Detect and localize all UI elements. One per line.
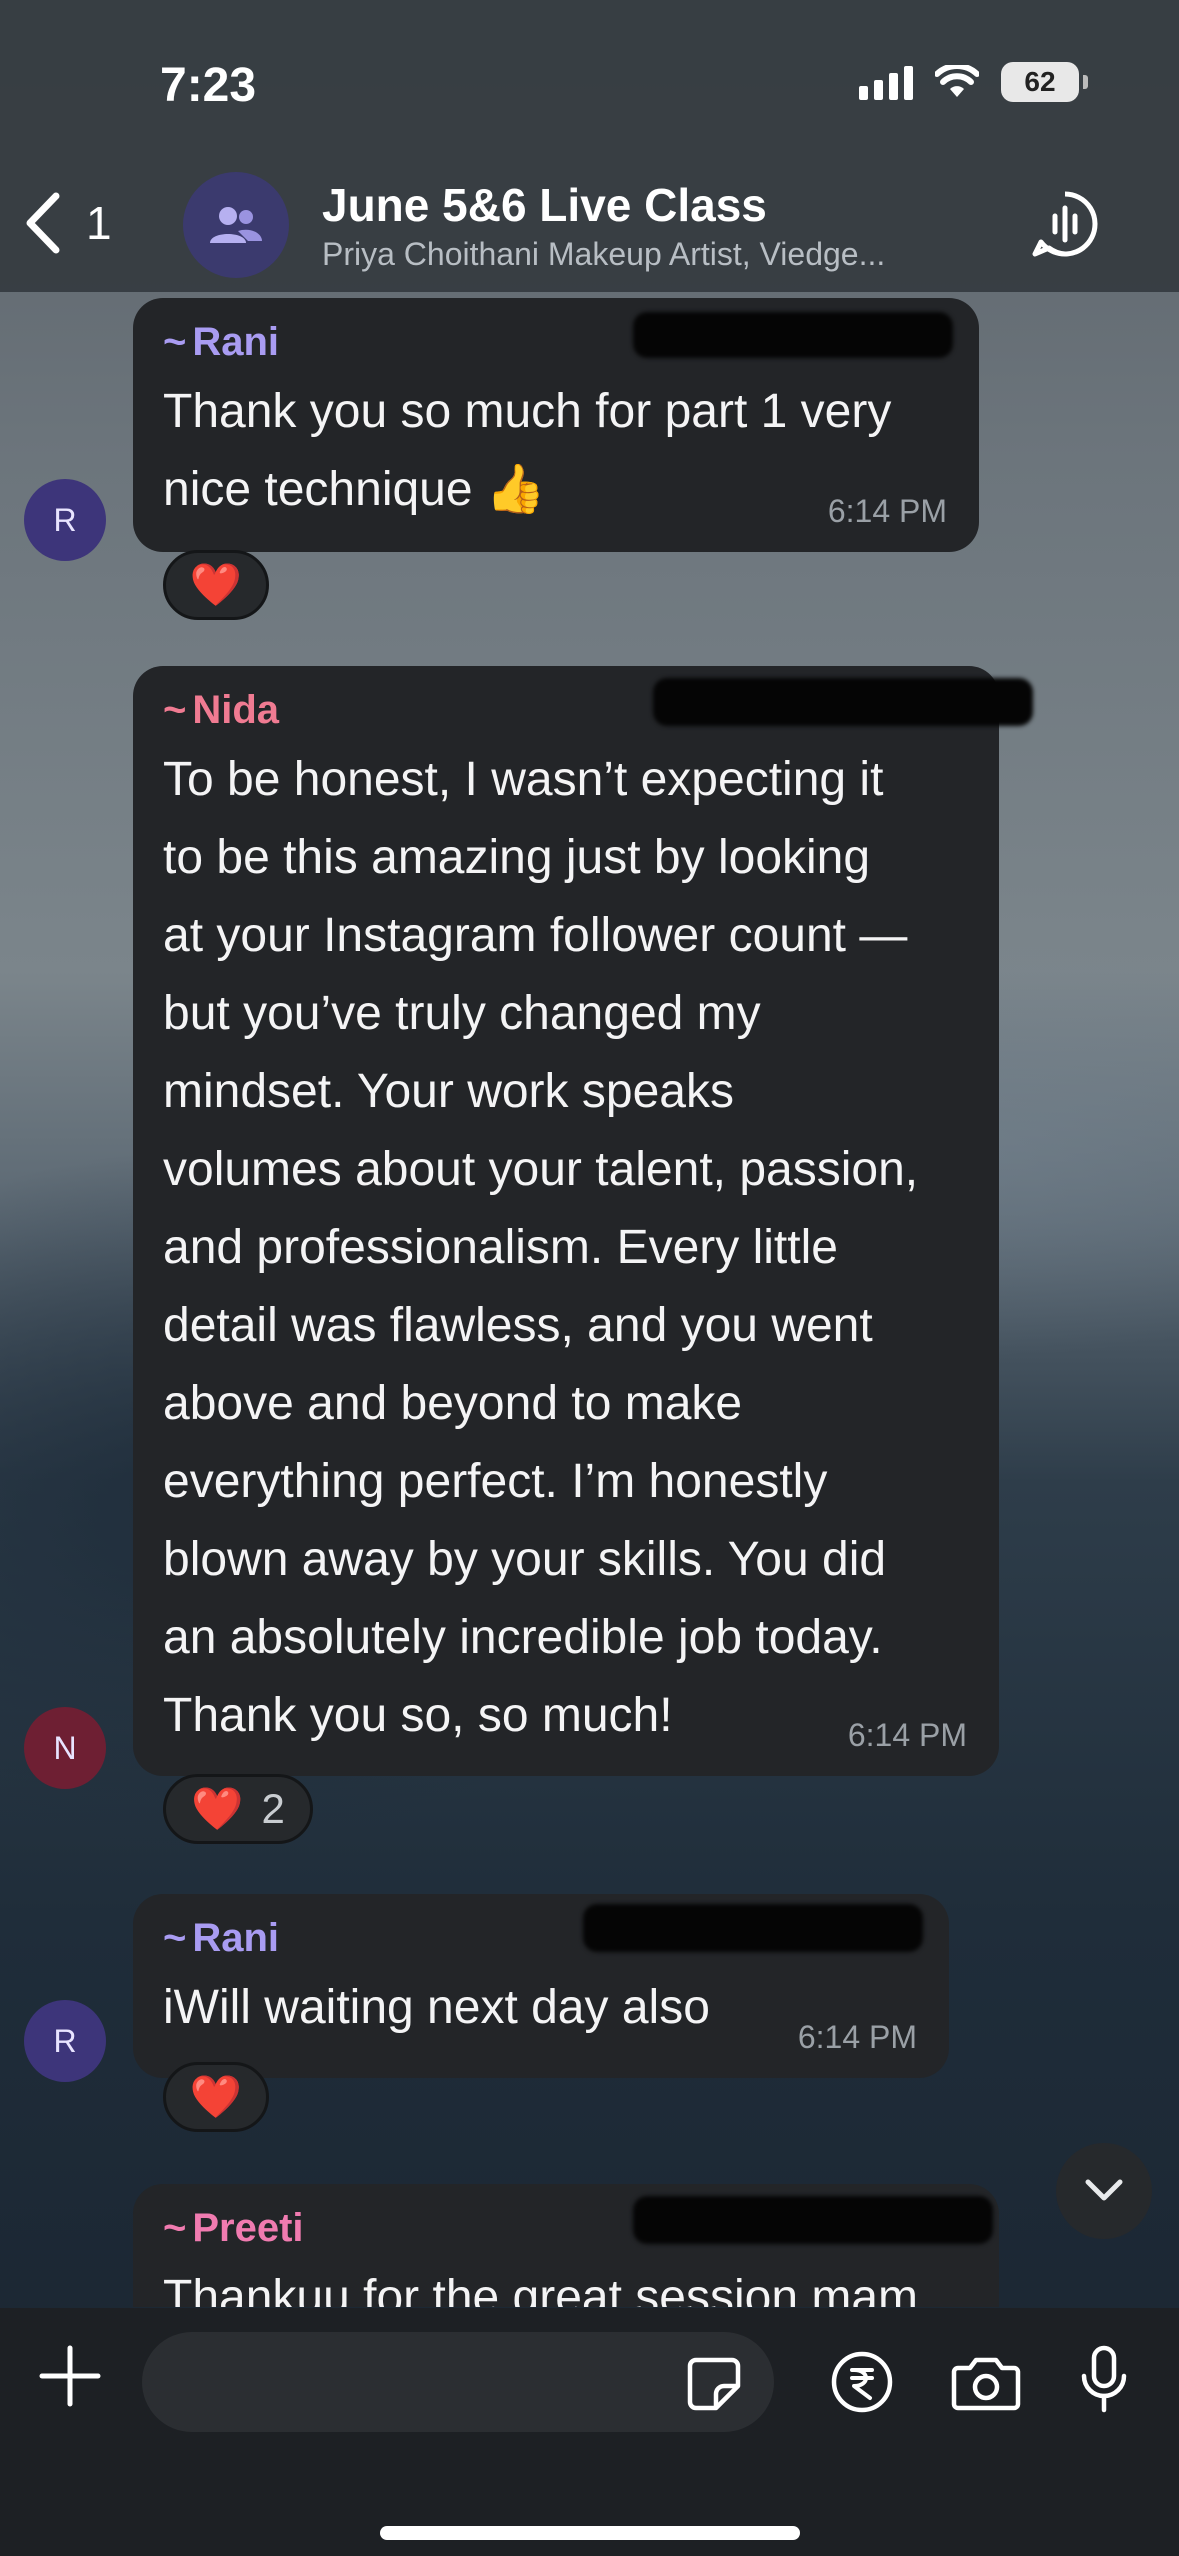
- message-time: 6:14 PM: [797, 2019, 917, 2055]
- status-time: 7:23: [160, 59, 257, 112]
- message-bubble[interactable]: ~ Nida To be honest, I wasn’t expecting i…: [133, 666, 1033, 1776]
- redacted-phone: [653, 678, 1033, 726]
- reaction-count: 2: [261, 1785, 285, 1832]
- message-text: To be honest, I wasn’t expecting it to b…: [163, 753, 919, 1742]
- camera-button[interactable]: [950, 2354, 1022, 2417]
- status-icons: 62: [859, 62, 1088, 102]
- microphone-button[interactable]: [1080, 2344, 1128, 2421]
- redacted-phone: [633, 2196, 993, 2244]
- sticker-icon: [687, 2357, 741, 2411]
- unread-count: 1: [86, 197, 112, 249]
- message-bubble[interactable]: ~ Preeti Thankuu for the great session ma…: [133, 2184, 999, 2307]
- rupee-icon: [831, 2351, 893, 2413]
- wifi-icon: [935, 65, 979, 97]
- heart-icon: ❤️: [189, 2072, 243, 2120]
- message-time: 6:14 PM: [847, 1717, 967, 1753]
- attach-button[interactable]: [38, 2344, 102, 2413]
- payment-button[interactable]: [830, 2350, 894, 2419]
- microphone-icon: [1081, 2345, 1127, 2413]
- message-bubble[interactable]: ~ Rani Thank you so much for part 1 very …: [133, 298, 979, 552]
- voice-chat-button[interactable]: [1031, 190, 1099, 263]
- avatar[interactable]: R: [24, 479, 106, 561]
- message-list[interactable]: ~ Rani Thank you so much for part 1 very …: [0, 292, 1179, 2307]
- reaction-badge[interactable]: ❤️ 2: [163, 1774, 313, 1844]
- avatar[interactable]: N: [24, 1707, 106, 1789]
- heart-icon: ❤️: [191, 1784, 244, 1832]
- home-indicator: [380, 2526, 800, 2540]
- back-button[interactable]: 1: [22, 192, 112, 254]
- voice-chat-icon: [1032, 191, 1098, 257]
- group-avatar[interactable]: [183, 172, 289, 278]
- message-input[interactable]: [142, 2332, 774, 2432]
- signal-icon: [859, 64, 913, 100]
- redacted-phone: [633, 312, 953, 358]
- heart-icon: ❤️: [189, 560, 243, 608]
- message-time: 6:14 PM: [827, 493, 947, 529]
- sender-prefix: ~: [163, 2206, 187, 2250]
- chat-title[interactable]: June 5&6 Live Class: [322, 178, 767, 232]
- sender-prefix: ~: [163, 320, 187, 364]
- sticker-button[interactable]: [686, 2356, 742, 2417]
- battery-indicator: 62: [1001, 62, 1088, 102]
- avatar[interactable]: R: [24, 2000, 106, 2082]
- chat-header: 7:23 62 1 June 5&6 Live Class Priya Choi…: [0, 0, 1179, 292]
- plus-icon: [39, 2345, 101, 2407]
- chat-subtitle[interactable]: Priya Choithani Makeup Artist, Viedge...: [322, 236, 1002, 273]
- camera-icon: [951, 2357, 1021, 2411]
- chevron-down-icon: [1085, 2179, 1123, 2201]
- scroll-to-bottom-button[interactable]: [1056, 2143, 1152, 2239]
- group-people-icon: [210, 207, 262, 243]
- message-text: Thankuu for the great session mam: [163, 2271, 919, 2307]
- reaction-badge[interactable]: ❤️: [163, 2062, 269, 2132]
- compose-bar: [0, 2308, 1179, 2556]
- sender-prefix: ~: [163, 688, 187, 732]
- redacted-phone: [583, 1904, 923, 1952]
- message-bubble[interactable]: ~ Rani iWill waiting next day also 6:14 P…: [133, 1894, 949, 2078]
- sender-prefix: ~: [163, 1916, 187, 1960]
- chevron-left-icon: [26, 192, 60, 254]
- reaction-badge[interactable]: ❤️: [163, 550, 269, 620]
